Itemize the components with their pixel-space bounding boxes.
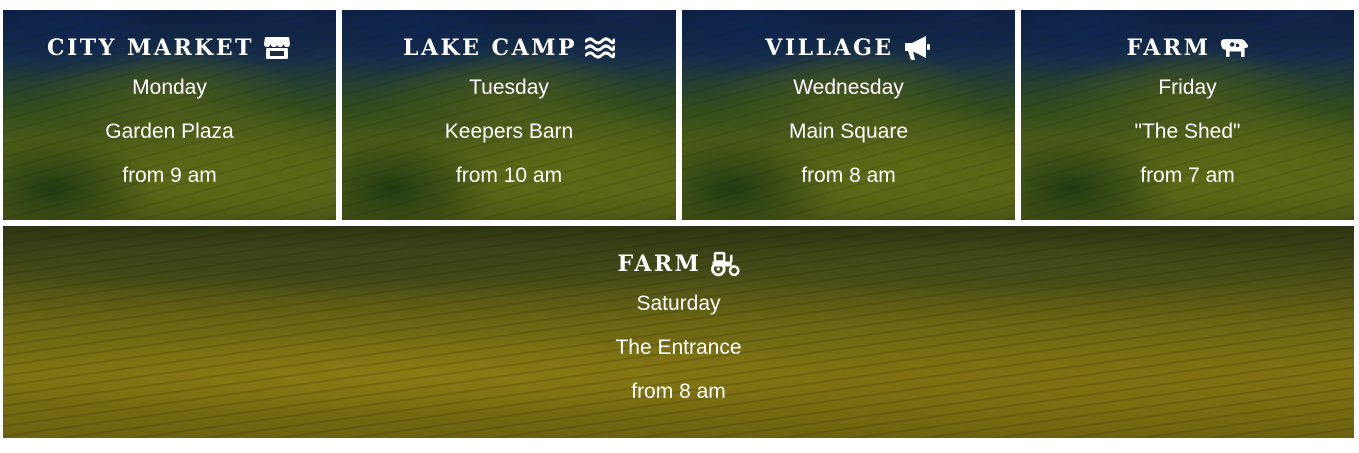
- card-title: City Market: [46, 35, 254, 61]
- market-card-farm-friday: Farm Friday "The Shed" from 7 am: [1021, 10, 1354, 220]
- store-icon: [262, 34, 292, 62]
- market-card-village: Village Wednesday Main Square from 8 am: [682, 10, 1015, 220]
- market-time: from 7 am: [1140, 164, 1235, 187]
- card-heading: City Market: [3, 32, 336, 64]
- market-time: from 9 am: [122, 164, 217, 187]
- card-title: Village: [765, 35, 894, 61]
- card-title: Farm: [617, 251, 702, 277]
- market-location: Garden Plaza: [105, 120, 234, 143]
- card-title: Farm: [1126, 35, 1211, 61]
- market-day: Tuesday: [469, 76, 549, 99]
- card-title: Lake Camp: [402, 35, 578, 61]
- market-location: The Entrance: [615, 336, 742, 359]
- market-time: from 10 am: [455, 164, 563, 187]
- megaphone-icon: [902, 34, 932, 62]
- card-heading: Farm: [3, 248, 1354, 280]
- market-card-lake-camp: Lake Camp Tuesday Keepers Barn from 10 a…: [342, 10, 676, 220]
- market-card-city-market: City Market Monday Garden Plaza from 9 a…: [3, 10, 336, 220]
- card-heading: Lake Camp: [342, 32, 676, 64]
- card-heading: Farm: [1021, 32, 1354, 64]
- market-day: Saturday: [636, 292, 721, 315]
- market-time: from 8 am: [631, 380, 726, 403]
- market-time: from 8 am: [801, 164, 896, 187]
- tractor-icon: [710, 250, 740, 278]
- market-card-farm-saturday: Farm Saturday The Entrance from 8 am: [3, 226, 1354, 438]
- market-location: Main Square: [788, 120, 909, 143]
- market-location: Keepers Barn: [444, 120, 574, 143]
- market-day: Friday: [1158, 76, 1217, 99]
- water-icon: [585, 34, 616, 62]
- cow-icon: [1219, 34, 1249, 62]
- market-location: "The Shed": [1134, 120, 1241, 143]
- market-day: Monday: [132, 76, 207, 99]
- card-heading: Village: [682, 32, 1015, 64]
- market-day: Wednesday: [793, 76, 904, 99]
